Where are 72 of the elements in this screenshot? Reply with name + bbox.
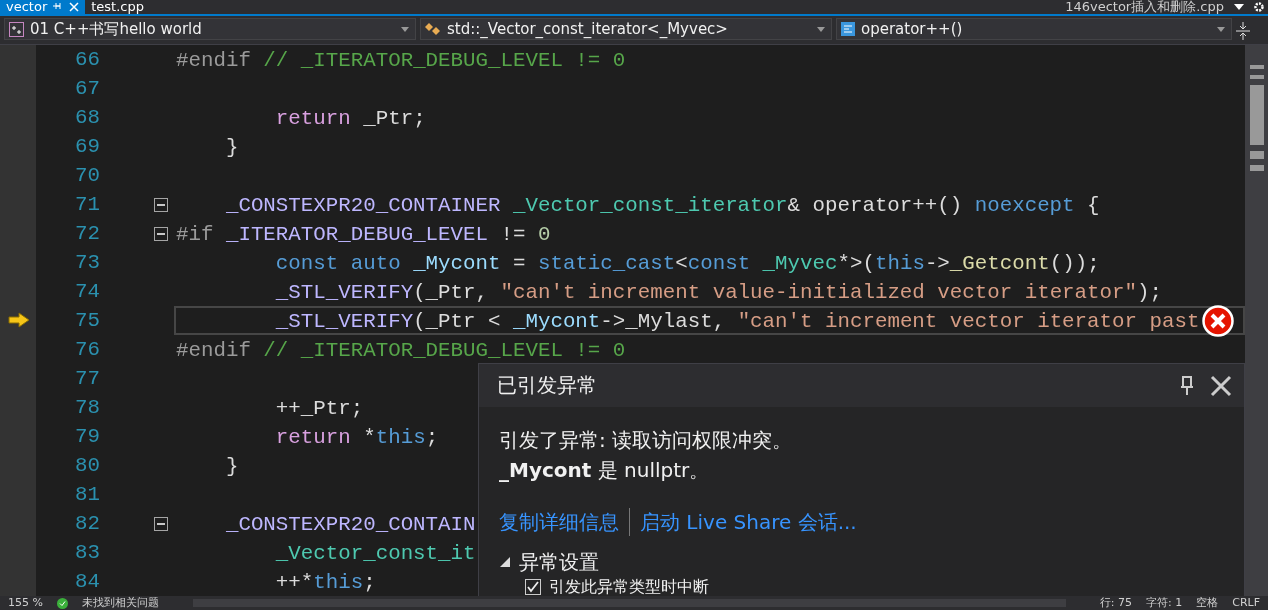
line-number: 73 [74,251,100,274]
caret-icon [401,26,409,32]
line-number: 79 [74,425,100,448]
code-line: _STL_VERIFY(_Ptr, "can't increment value-initialized vector iterator"); [274,280,1163,306]
code-line: #endif // _ITERATOR_DEBUG_LEVEL != 0 [175,48,627,74]
code-line: #endif // _ITERATOR_DEBUG_LEVEL != 0 [175,338,627,364]
char-position: 字符: 1 [1146,596,1183,610]
code-line: _CONSTEXPR20_CONTAIN [224,512,477,538]
line-number: 81 [74,483,100,506]
code-line: return *this; [274,425,440,451]
error-icon [1202,305,1234,337]
line-number: 70 [74,164,100,187]
line-number: 76 [74,338,100,361]
pin-icon[interactable] [1180,375,1194,396]
member-dropdown[interactable]: operator++() [836,18,1232,40]
popup-link[interactable]: 启动 Live Share 会话... [640,507,857,537]
code-line: _CONSTEXPR20_CONTAINER _Vector_const_iterator& operator++() noexcept { [224,193,1101,219]
caret-icon [1217,26,1225,32]
method-icon [841,22,855,36]
indent-mode: 空格 [1196,596,1219,610]
line-number: 69 [74,135,100,158]
collapse-icon[interactable] [154,197,168,212]
popup-link[interactable]: 复制详细信息 [499,507,619,537]
check-icon [56,597,68,609]
line-ending: CRLF [1232,596,1260,610]
file-tab-label[interactable]: 146vector插入和删除.cpp [1065,0,1224,14]
line-number: 83 [74,541,100,564]
line-number: 74 [74,280,100,303]
line-number: 78 [74,396,100,419]
collapse-icon[interactable] [154,226,168,241]
current-statement-arrow-icon [8,312,30,328]
line-position: 行: 75 [1099,596,1132,610]
line-number: 66 [74,48,100,71]
pin-icon [53,2,64,12]
project-icon [9,21,24,37]
dropdown-icon[interactable] [1234,4,1244,10]
line-number: 68 [74,106,100,129]
expanded-triangle-icon[interactable] [499,556,511,568]
popup-title: 已引发异常 [497,372,597,399]
class-icon [425,22,441,36]
collapse-icon[interactable] [154,516,168,531]
code-line: } [224,454,240,480]
settings-heading: 异常设置 [519,549,599,576]
editor-tab[interactable]: test.cpp [85,0,150,14]
line-number: 72 [74,222,100,245]
code-line: #if _ITERATOR_DEBUG_LEVEL != 0 [175,222,552,248]
line-number: 77 [74,367,100,390]
code-line: } [224,135,240,161]
split-icon[interactable] [1236,22,1250,40]
line-number: 71 [74,193,100,216]
checkbox-label: 引发此异常类型时中断 [549,577,709,596]
line-number: 75 [74,309,100,332]
settings-icon[interactable] [1254,2,1264,12]
zoom-level[interactable]: 155 % [8,596,43,610]
issues-status: 未找到相关问题 [81,596,159,610]
line-number: 67 [74,77,100,100]
code-line: ++*this; [274,570,377,596]
line-number: 82 [74,512,100,535]
scope-dropdown[interactable]: std::_Vector_const_iterator<_Myvec> [420,18,832,40]
checkbox[interactable] [525,578,541,595]
caret-icon [817,26,825,32]
editor-tab[interactable]: vector [0,0,86,14]
code-line: _Vector_const_it [274,541,477,567]
exception-detail: _Mycont 是 nullptr。 [499,457,711,484]
exception-message: 引发了异常: 读取访问权限冲突。 [499,427,794,454]
project-dropdown[interactable]: 01 C++书写hello world [4,18,416,40]
code-line: return _Ptr; [274,106,427,132]
line-number: 84 [74,570,100,593]
line-number: 80 [74,454,100,477]
code-line: const auto _Mycont = static_cast<const _Myvec*>(this->_Getcont()); [274,251,1101,277]
close-icon[interactable] [1210,374,1232,397]
code-line: ++_Ptr; [274,396,365,422]
